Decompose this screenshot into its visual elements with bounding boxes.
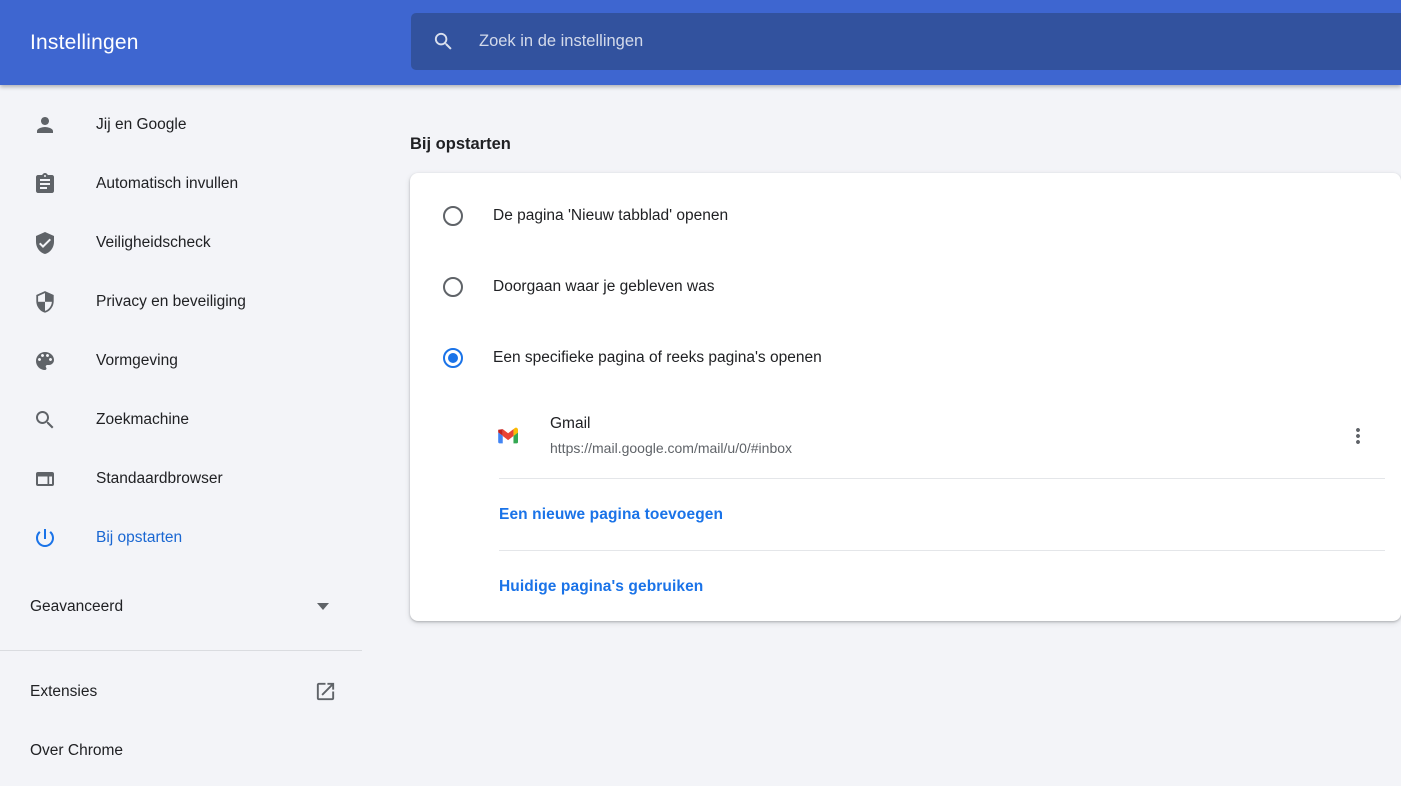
header-toolbar: Instellingen bbox=[0, 0, 1401, 85]
startup-page-row: Gmail https://mail.google.com/mail/u/0/#… bbox=[410, 393, 1401, 478]
sidebar-item-label: Vormgeving bbox=[96, 352, 178, 370]
add-new-page-button[interactable]: Een nieuwe pagina toevoegen bbox=[410, 479, 1401, 550]
sidebar-item-label: Automatisch invullen bbox=[96, 175, 238, 193]
more-options-button[interactable] bbox=[1346, 424, 1370, 448]
radio-button-icon[interactable] bbox=[443, 348, 463, 368]
sidebar-item-automatisch-invullen[interactable]: Automatisch invullen bbox=[0, 154, 362, 213]
add-new-page-label: Een nieuwe pagina toevoegen bbox=[499, 506, 723, 524]
chevron-down-icon bbox=[317, 603, 329, 610]
sidebar-item-label: Zoekmachine bbox=[96, 411, 189, 429]
sidebar-item-standaardbrowser[interactable]: Standaardbrowser bbox=[0, 449, 362, 508]
clipboard-icon bbox=[33, 172, 57, 196]
settings-search-box bbox=[411, 13, 1401, 70]
sidebar-nav: Jij en Google Automatisch invullen Veili… bbox=[0, 85, 362, 567]
sidebar-item-bij-opstarten[interactable]: Bij opstarten bbox=[0, 508, 362, 567]
magnifier-icon bbox=[33, 408, 57, 432]
sidebar-divider bbox=[0, 650, 362, 651]
sidebar-item-label: Bij opstarten bbox=[96, 529, 182, 547]
sidebar-item-zoekmachine[interactable]: Zoekmachine bbox=[0, 390, 362, 449]
radio-button-icon[interactable] bbox=[443, 206, 463, 226]
radio-option-label: Doorgaan waar je gebleven was bbox=[493, 278, 714, 296]
sidebar-item-label: Veiligheidscheck bbox=[96, 234, 211, 252]
sidebar-item-veiligheidscheck[interactable]: Veiligheidscheck bbox=[0, 213, 362, 272]
open-in-new-icon bbox=[314, 680, 337, 703]
sidebar-item-privacy-en-beveiliging[interactable]: Privacy en beveiliging bbox=[0, 272, 362, 331]
sidebar-item-label: Standaardbrowser bbox=[96, 470, 223, 488]
about-label: Over Chrome bbox=[30, 742, 123, 760]
sidebar-item-jij-en-google[interactable]: Jij en Google bbox=[0, 95, 362, 154]
sidebar-item-label: Privacy en beveiliging bbox=[96, 293, 246, 311]
person-icon bbox=[33, 113, 57, 137]
radio-option-label: De pagina 'Nieuw tabblad' openen bbox=[493, 207, 728, 225]
power-icon bbox=[33, 526, 57, 550]
sidebar-item-over-chrome[interactable]: Over Chrome bbox=[0, 721, 362, 780]
radio-option-new-tab[interactable]: De pagina 'Nieuw tabblad' openen bbox=[410, 180, 1401, 251]
startup-page-title: Gmail bbox=[550, 415, 792, 433]
page-title: Instellingen bbox=[30, 31, 139, 55]
radio-group: De pagina 'Nieuw tabblad' openen Doorgaa… bbox=[410, 173, 1401, 393]
radio-option-label: Een specifieke pagina of reeks pagina's … bbox=[493, 349, 822, 367]
search-input[interactable] bbox=[477, 31, 1401, 52]
search-icon bbox=[432, 30, 455, 53]
settings-sidebar: Jij en Google Automatisch invullen Veili… bbox=[0, 85, 362, 786]
sidebar-item-vormgeving[interactable]: Vormgeving bbox=[0, 331, 362, 390]
main-content: Bij opstarten De pagina 'Nieuw tabblad' … bbox=[362, 85, 1401, 786]
use-current-pages-button[interactable]: Huidige pagina's gebruiken bbox=[410, 551, 1401, 622]
section-heading: Bij opstarten bbox=[410, 135, 511, 154]
extensions-label: Extensies bbox=[30, 683, 314, 701]
radio-option-specific-pages[interactable]: Een specifieke pagina of reeks pagina's … bbox=[410, 322, 1401, 393]
sidebar-item-extensies[interactable]: Extensies bbox=[0, 662, 362, 721]
radio-button-icon[interactable] bbox=[443, 277, 463, 297]
advanced-label: Geavanceerd bbox=[30, 598, 317, 616]
gmail-icon bbox=[498, 426, 518, 446]
use-current-pages-label: Huidige pagina's gebruiken bbox=[499, 578, 703, 596]
security-shield-icon bbox=[33, 290, 57, 314]
startup-page-url: https://mail.google.com/mail/u/0/#inbox bbox=[550, 440, 792, 456]
sidebar-advanced-toggle[interactable]: Geavanceerd bbox=[0, 577, 362, 636]
radio-option-continue[interactable]: Doorgaan waar je gebleven was bbox=[410, 251, 1401, 322]
startup-page-info: Gmail https://mail.google.com/mail/u/0/#… bbox=[550, 415, 792, 456]
sidebar-item-label: Jij en Google bbox=[96, 116, 186, 134]
shield-check-icon bbox=[33, 231, 57, 255]
browser-window-icon bbox=[33, 467, 57, 491]
palette-icon bbox=[33, 349, 57, 373]
startup-settings-card: De pagina 'Nieuw tabblad' openen Doorgaa… bbox=[410, 173, 1401, 621]
